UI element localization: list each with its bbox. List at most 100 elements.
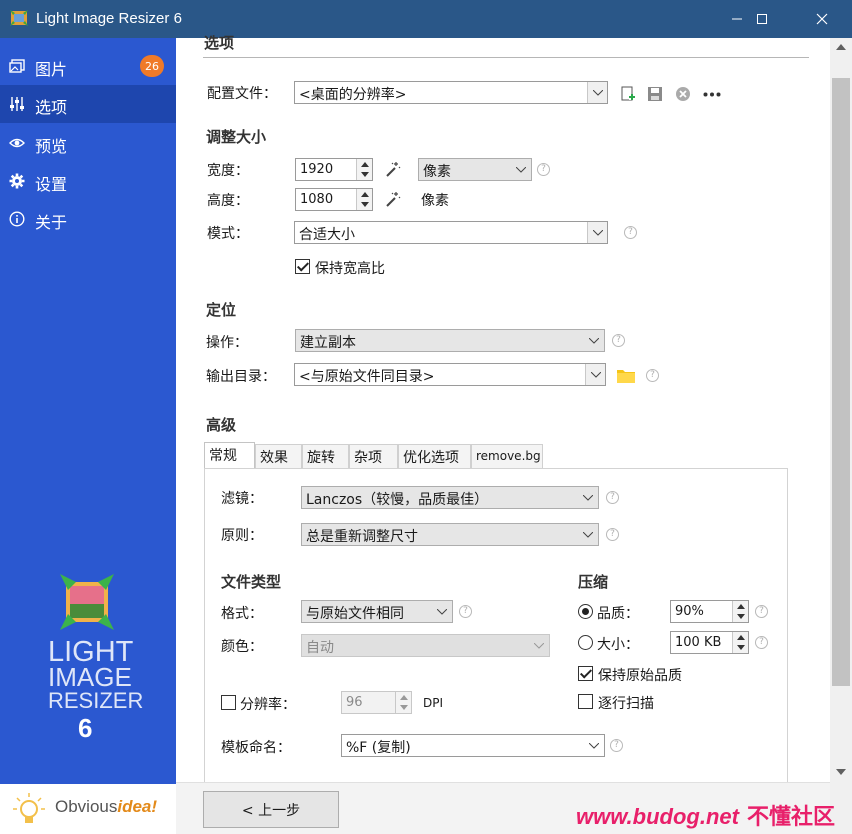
image-count-badge: 26 [140,55,164,77]
sidebar-item-options[interactable]: 选项 [0,85,176,123]
vertical-scrollbar[interactable] [830,38,852,834]
resolution-label: 分辨率： [240,697,296,713]
sidebar-item-about[interactable]: 关于 [0,200,176,238]
resizer-logo-icon [60,574,114,630]
sidebar-item-images[interactable]: 图片 26 [0,47,176,85]
scroll-down-icon[interactable] [836,769,846,775]
delete-profile-icon[interactable] [675,86,691,102]
watermark-url: www.budog.net [576,804,739,829]
chevron-down-icon [585,364,605,385]
tab-effects[interactable]: 效果 [255,444,302,468]
filter-select[interactable]: Lanczos（较慢，品质最佳） [301,486,599,509]
filetype-heading: 文件类型 [221,573,282,591]
width-stepper[interactable]: 1920 [295,158,373,181]
progressive-checkbox[interactable] [578,694,593,709]
action-value: 建立副本 [300,335,356,351]
action-select[interactable]: 建立副本 [295,329,605,352]
rule-value: 总是重新调整尺寸 [306,529,418,545]
help-icon[interactable]: ? [646,369,659,382]
chevron-down-icon [432,601,452,622]
unit-value: 像素 [423,164,451,180]
tab-optimize[interactable]: 优化选项 [398,444,471,468]
new-profile-icon[interactable] [620,86,636,102]
close-button[interactable] [799,0,845,38]
vendor-name-part1: Obvious [55,797,118,816]
logo-text-resizer: RESIZER [48,688,144,713]
chevron-down-icon [584,735,604,756]
action-label: 操作： [206,335,248,351]
quality-label: 品质： [597,606,639,622]
format-select[interactable]: 与原始文件相同 [301,600,453,623]
scroll-up-icon[interactable] [836,44,846,50]
height-stepper[interactable]: 1080 [295,188,373,211]
help-icon[interactable]: ? [459,605,472,618]
mode-value: 合适大小 [299,227,355,243]
images-icon [9,59,25,73]
advanced-heading: 高级 [206,416,237,434]
height-unit-label: 像素 [421,193,449,209]
help-icon[interactable]: ? [612,334,625,347]
sidebar-item-label: 图片 [35,60,68,79]
width-label: 宽度： [207,163,249,179]
help-icon[interactable]: ? [606,528,619,541]
resolution-value: 96 [346,695,363,710]
help-icon[interactable]: ? [537,163,550,176]
eye-icon [9,138,25,148]
magic-wand-icon[interactable] [384,161,401,178]
folder-icon[interactable] [617,368,635,383]
tab-remove-bg[interactable]: remove.bg [471,444,543,468]
size-label: 大小： [597,637,639,653]
save-profile-icon[interactable] [647,86,663,102]
maximize-icon [757,14,767,24]
maximize-button[interactable] [739,0,785,38]
resolution-checkbox[interactable] [221,695,236,710]
unit-select[interactable]: 像素 [418,158,532,181]
size-radio[interactable] [578,635,593,650]
quality-radio[interactable] [578,604,593,619]
color-select[interactable]: 自动 [301,634,550,657]
chevron-down-icon [578,524,598,545]
resolution-stepper[interactable]: 96 [341,691,412,714]
sidebar-item-label: 预览 [35,137,68,156]
window-title: Light Image Resizer 6 [36,10,182,27]
title-bar: Light Image Resizer 6 [0,0,852,38]
rule-select[interactable]: 总是重新调整尺寸 [301,523,599,546]
logo-text-version: 6 [78,713,93,743]
footer-bar: < 上一步 www.budog.net 不懂社区 [176,782,835,834]
chevron-down-icon [587,222,607,243]
sidebar-item-preview[interactable]: 预览 [0,124,176,162]
scrollbar-thumb[interactable] [832,78,850,686]
help-icon[interactable]: ? [755,605,768,618]
help-icon[interactable]: ? [610,739,623,752]
keep-quality-checkbox[interactable] [578,666,593,681]
magic-wand-icon[interactable] [384,191,401,208]
profile-value: <桌面的分辨率> [299,87,407,103]
profile-label: 配置文件： [207,86,277,102]
tab-rotate[interactable]: 旋转 [302,444,349,468]
close-icon [816,13,828,25]
mode-select[interactable]: 合适大小 [294,221,608,244]
help-icon[interactable]: ? [755,636,768,649]
resize-heading: 调整大小 [206,128,267,146]
tab-general[interactable]: 常规 [204,442,255,468]
tab-misc[interactable]: 杂项 [349,444,398,468]
height-value: 1080 [300,192,334,207]
watermark-text: 不懂社区 [746,804,835,829]
format-value: 与原始文件相同 [306,606,404,622]
sidebar-item-settings[interactable]: 设置 [0,162,176,200]
template-select[interactable]: %F (复制) [341,734,605,757]
vendor-logo[interactable]: Obviousidea! [0,784,176,834]
output-directory-select[interactable]: <与原始文件同目录> [294,363,606,386]
previous-button[interactable]: < 上一步 [203,791,339,828]
more-icon[interactable] [703,92,721,97]
help-icon[interactable]: ? [606,491,619,504]
dpi-label: DPI [423,696,444,710]
format-label: 格式： [221,606,263,622]
sidebar: 图片 26 选项 预览 设置 关于 LIGHT IMAGE RESIZER 6 [0,38,176,834]
watermark: www.budog.net 不懂社区 [576,799,835,831]
help-icon[interactable]: ? [624,226,637,239]
quality-stepper[interactable]: 90% [670,600,749,623]
size-stepper[interactable]: 100 KB [670,631,749,654]
keep-ratio-checkbox[interactable] [295,259,310,274]
profile-select[interactable]: <桌面的分辨率> [294,81,608,104]
